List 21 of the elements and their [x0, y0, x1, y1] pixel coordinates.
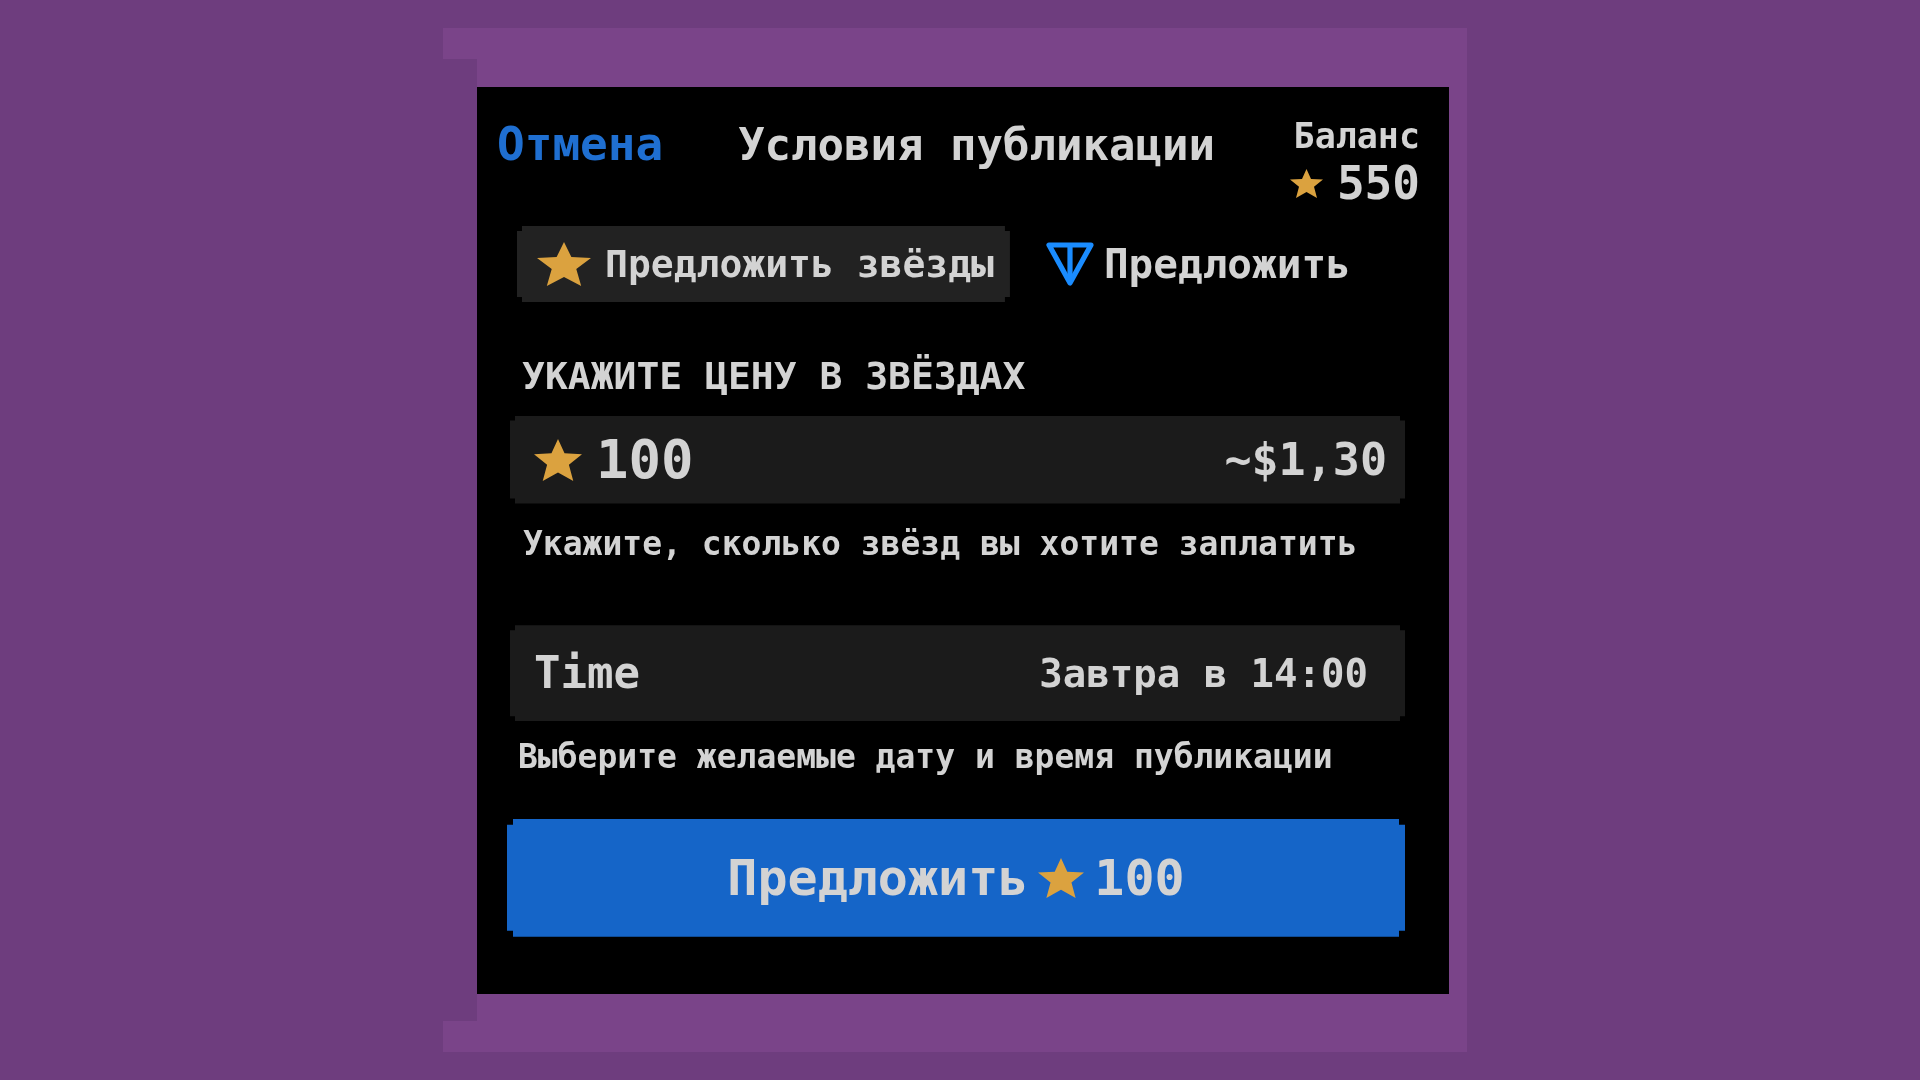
balance-value: 550 [1336, 160, 1420, 206]
section-heading: УКАЖИТЕ ЦЕНУ В ЗВЁЗДАХ [521, 354, 1027, 400]
star-icon [1289, 168, 1323, 198]
dialog-title: Условия публикации [738, 123, 1215, 167]
cancel-link[interactable]: Отмена [497, 121, 664, 167]
star-icon [537, 242, 591, 286]
time-field[interactable]: Time Завтра в 14:00 [510, 625, 1405, 722]
triangle-icon [1045, 242, 1094, 286]
star-icon [1038, 857, 1085, 898]
field-hint: Выберите желаемые дату и время публикации [517, 737, 1334, 777]
price-value: 100 [596, 432, 694, 487]
tab[interactable]: Предложить [1045, 226, 1351, 302]
field-value: Завтра в 14:00 [1039, 653, 1368, 693]
usd-conversion: ~$1,30 [1224, 437, 1387, 483]
field-hint: Укажите, сколько звёзд вы хотите заплатить [522, 523, 1359, 564]
price-field[interactable]: 100 ~$1,30 [510, 415, 1405, 504]
tab[interactable]: Предложить звёзды [517, 226, 1010, 302]
field-label: Time [534, 651, 640, 696]
submit-button[interactable]: Предложить 100 [507, 818, 1405, 937]
star-icon [534, 438, 582, 481]
balance-label: Баланс [1293, 119, 1420, 154]
